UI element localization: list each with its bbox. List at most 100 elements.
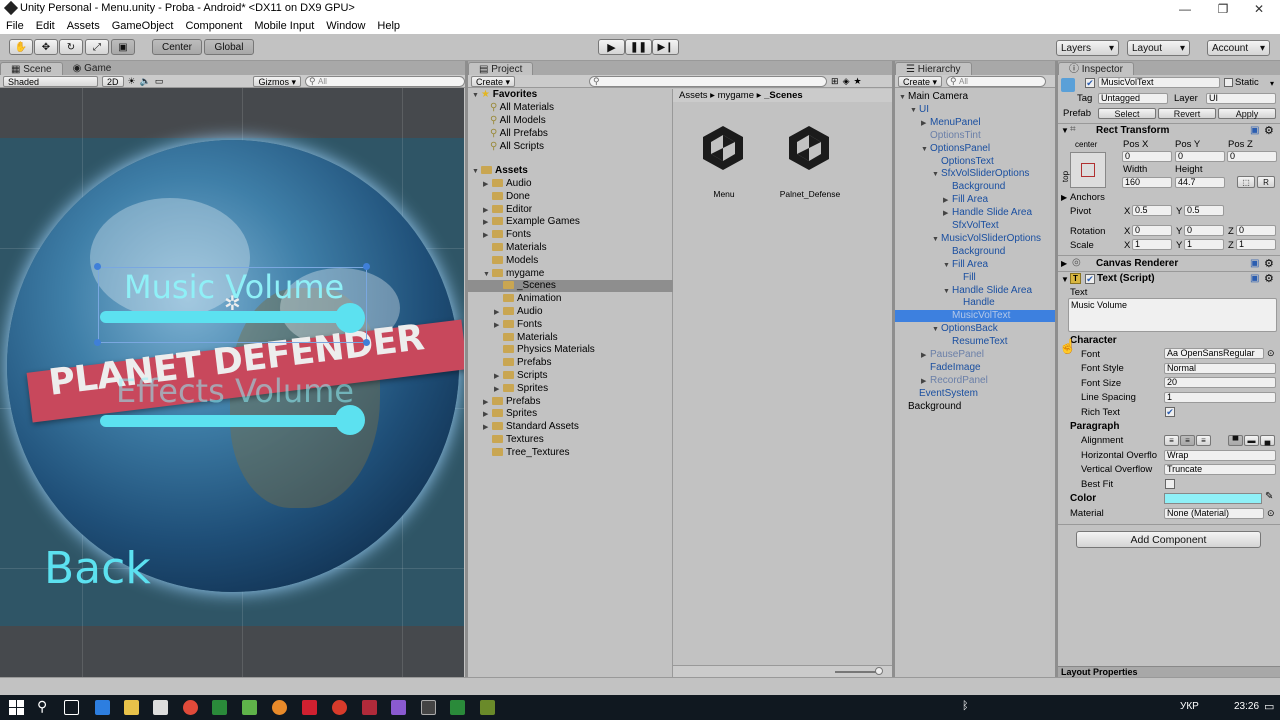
static-dropdown-icon[interactable]: ▾ [1270, 79, 1274, 88]
project-folder-item[interactable]: ▶ Fonts [483, 229, 673, 241]
rich-text-checkbox[interactable]: ✔ [1165, 407, 1175, 417]
settings-gear-icon[interactable]: ⚙ [1264, 257, 1274, 270]
project-folder-item[interactable]: ▶ Editor [483, 204, 673, 216]
project-folder-item[interactable]: Materials [483, 242, 673, 254]
project-folder-item[interactable]: Materials [494, 332, 673, 344]
hierarchy-item[interactable]: ▼ Main Camera [895, 91, 1055, 103]
filter-by-type-icon[interactable]: ⊞ [831, 76, 839, 87]
hierarchy-item[interactable]: ▼ OptionsPanel [895, 143, 1055, 155]
step-button[interactable]: ▶❙ [652, 39, 679, 55]
hierarchy-search-input[interactable]: All [946, 75, 1047, 87]
hierarchy-item[interactable]: ▶ Fill Area [895, 194, 1055, 206]
project-create-dropdown[interactable]: Create ▾ [471, 75, 516, 87]
project-folder-item[interactable]: Physics Materials [494, 344, 673, 356]
layer-dropdown[interactable]: UI [1206, 93, 1276, 104]
music-slider-handle[interactable] [335, 303, 365, 333]
back-button[interactable]: Back [44, 543, 151, 594]
rotation-z-field[interactable]: 0 [1236, 225, 1276, 236]
play-button[interactable]: ▶ [598, 39, 625, 55]
toggle-2d-button[interactable]: 2D [102, 75, 124, 87]
blueprint-mode-button[interactable]: ⬚ [1237, 176, 1255, 188]
expand-arrow-icon[interactable]: ▼ [910, 105, 919, 117]
h-overflow-dropdown[interactable]: Wrap [1164, 450, 1276, 461]
scene-file-menu[interactable] [698, 123, 748, 171]
pos-x-field[interactable]: 0 [1122, 151, 1172, 162]
eyedropper-icon[interactable]: ✎ [1265, 491, 1273, 502]
expand-arrow-icon[interactable]: ▼ [943, 260, 952, 272]
hierarchy-create-dropdown[interactable]: Create ▾ [898, 75, 943, 87]
menu-file[interactable]: File [0, 18, 30, 34]
expand-arrow-icon[interactable]: ▼ [921, 144, 930, 156]
pivot-x-field[interactable]: 0.5 [1132, 205, 1172, 216]
project-folder-item[interactable]: ▶ Sprites [494, 383, 673, 395]
rotation-y-field[interactable]: 0 [1184, 225, 1224, 236]
active-checkbox[interactable]: ✔ [1085, 78, 1095, 88]
expand-arrow-icon[interactable]: ▶ [494, 384, 503, 396]
chrome-icon[interactable] [183, 700, 198, 715]
height-field[interactable]: 44.7 [1175, 177, 1225, 188]
hierarchy-item[interactable]: ▼ Fill Area [895, 259, 1055, 271]
assets-header[interactable]: ▼ Assets [472, 165, 528, 177]
bluetooth-icon[interactable]: ᛒ [962, 700, 969, 712]
lighting-icon[interactable]: ☀ [128, 76, 136, 87]
help-book-icon[interactable]: ▣ [1250, 258, 1259, 269]
menu-help[interactable]: Help [371, 18, 406, 34]
align-bottom-button[interactable]: ▄ [1260, 435, 1275, 446]
tab-scene[interactable]: ▦ Scene [0, 62, 63, 75]
gizmos-dropdown[interactable]: Gizmos ▾ [253, 75, 301, 87]
close-button[interactable]: ✕ [1242, 0, 1276, 18]
hierarchy-item[interactable]: FadeImage [895, 362, 1055, 374]
expand-arrow-icon[interactable]: ▶ [943, 195, 952, 207]
hierarchy-item[interactable]: OptionsText [895, 156, 1055, 168]
rect-handle[interactable] [94, 339, 101, 346]
file-explorer-icon[interactable] [124, 700, 139, 715]
breadcrumb-scenes[interactable]: _Scenes [764, 90, 803, 101]
prefab-select-button[interactable]: Select [1098, 108, 1156, 119]
effects-icon[interactable]: ▭ [155, 76, 164, 87]
hierarchy-item[interactable]: ▼ UI [895, 104, 1055, 116]
hierarchy-item[interactable]: OptionsTint [895, 130, 1055, 142]
pause-button[interactable]: ❚❚ [625, 39, 652, 55]
move-tool-button[interactable]: ✥ [34, 39, 58, 55]
android-icon[interactable] [242, 700, 257, 715]
expand-arrow-icon[interactable]: ▼ [932, 234, 941, 246]
project-folder-item[interactable]: ▼ mygame [483, 268, 673, 280]
hierarchy-item[interactable]: ▼ OptionsBack [895, 323, 1055, 335]
hierarchy-item[interactable]: Handle [895, 297, 1055, 309]
expand-arrow-icon[interactable]: ▶ [483, 217, 492, 229]
expand-arrow-icon[interactable]: ▼ [932, 169, 941, 181]
project-folder-item[interactable]: Tree_Textures [483, 447, 673, 459]
hand-tool-button[interactable]: ✋ [9, 39, 33, 55]
text-enabled-checkbox[interactable]: ✔ [1085, 274, 1095, 284]
store-icon[interactable] [153, 700, 168, 715]
tab-project[interactable]: ▤ Project [468, 62, 534, 75]
project-folder-item[interactable]: Animation [494, 293, 673, 305]
static-checkbox[interactable] [1224, 78, 1233, 87]
windows-start-icon[interactable] [9, 700, 24, 715]
settings-gear-icon[interactable]: ⚙ [1264, 124, 1274, 137]
app-icon[interactable] [480, 700, 495, 715]
project-search-input[interactable] [589, 75, 828, 87]
pos-y-field[interactable]: 0 [1175, 151, 1225, 162]
hierarchy-item[interactable]: ▶ Handle Slide Area [895, 207, 1055, 219]
favorite-item[interactable]: ⚲ All Prefabs [490, 128, 548, 140]
favorite-item[interactable]: ⚲ All Scripts [490, 141, 544, 153]
expand-arrow-icon[interactable]: ▶ [483, 422, 492, 434]
menu-edit[interactable]: Edit [30, 18, 61, 34]
project-folder-item[interactable]: ▶ Example Games [483, 216, 673, 228]
opera-icon[interactable] [332, 700, 347, 715]
text-script-header[interactable]: Text (Script) [1097, 273, 1155, 284]
project-folder-item[interactable]: ▶ Scripts [494, 370, 673, 382]
align-top-button[interactable]: ▀ [1228, 435, 1243, 446]
project-folder-item[interactable]: ▶ Standard Assets [483, 421, 673, 433]
best-fit-checkbox[interactable] [1165, 479, 1175, 489]
breadcrumb-mygame[interactable]: mygame [718, 90, 754, 101]
scene-search-input[interactable]: All [305, 75, 465, 87]
app-icon[interactable] [212, 700, 227, 715]
hierarchy-item[interactable]: ResumeText [895, 336, 1055, 348]
help-book-icon[interactable]: ▣ [1250, 273, 1259, 284]
menu-gameobject[interactable]: GameObject [106, 18, 180, 34]
effects-slider-handle[interactable] [335, 405, 365, 435]
project-folder-item[interactable]: Done [483, 191, 673, 203]
expand-arrow-icon[interactable]: ▼ [932, 324, 941, 336]
